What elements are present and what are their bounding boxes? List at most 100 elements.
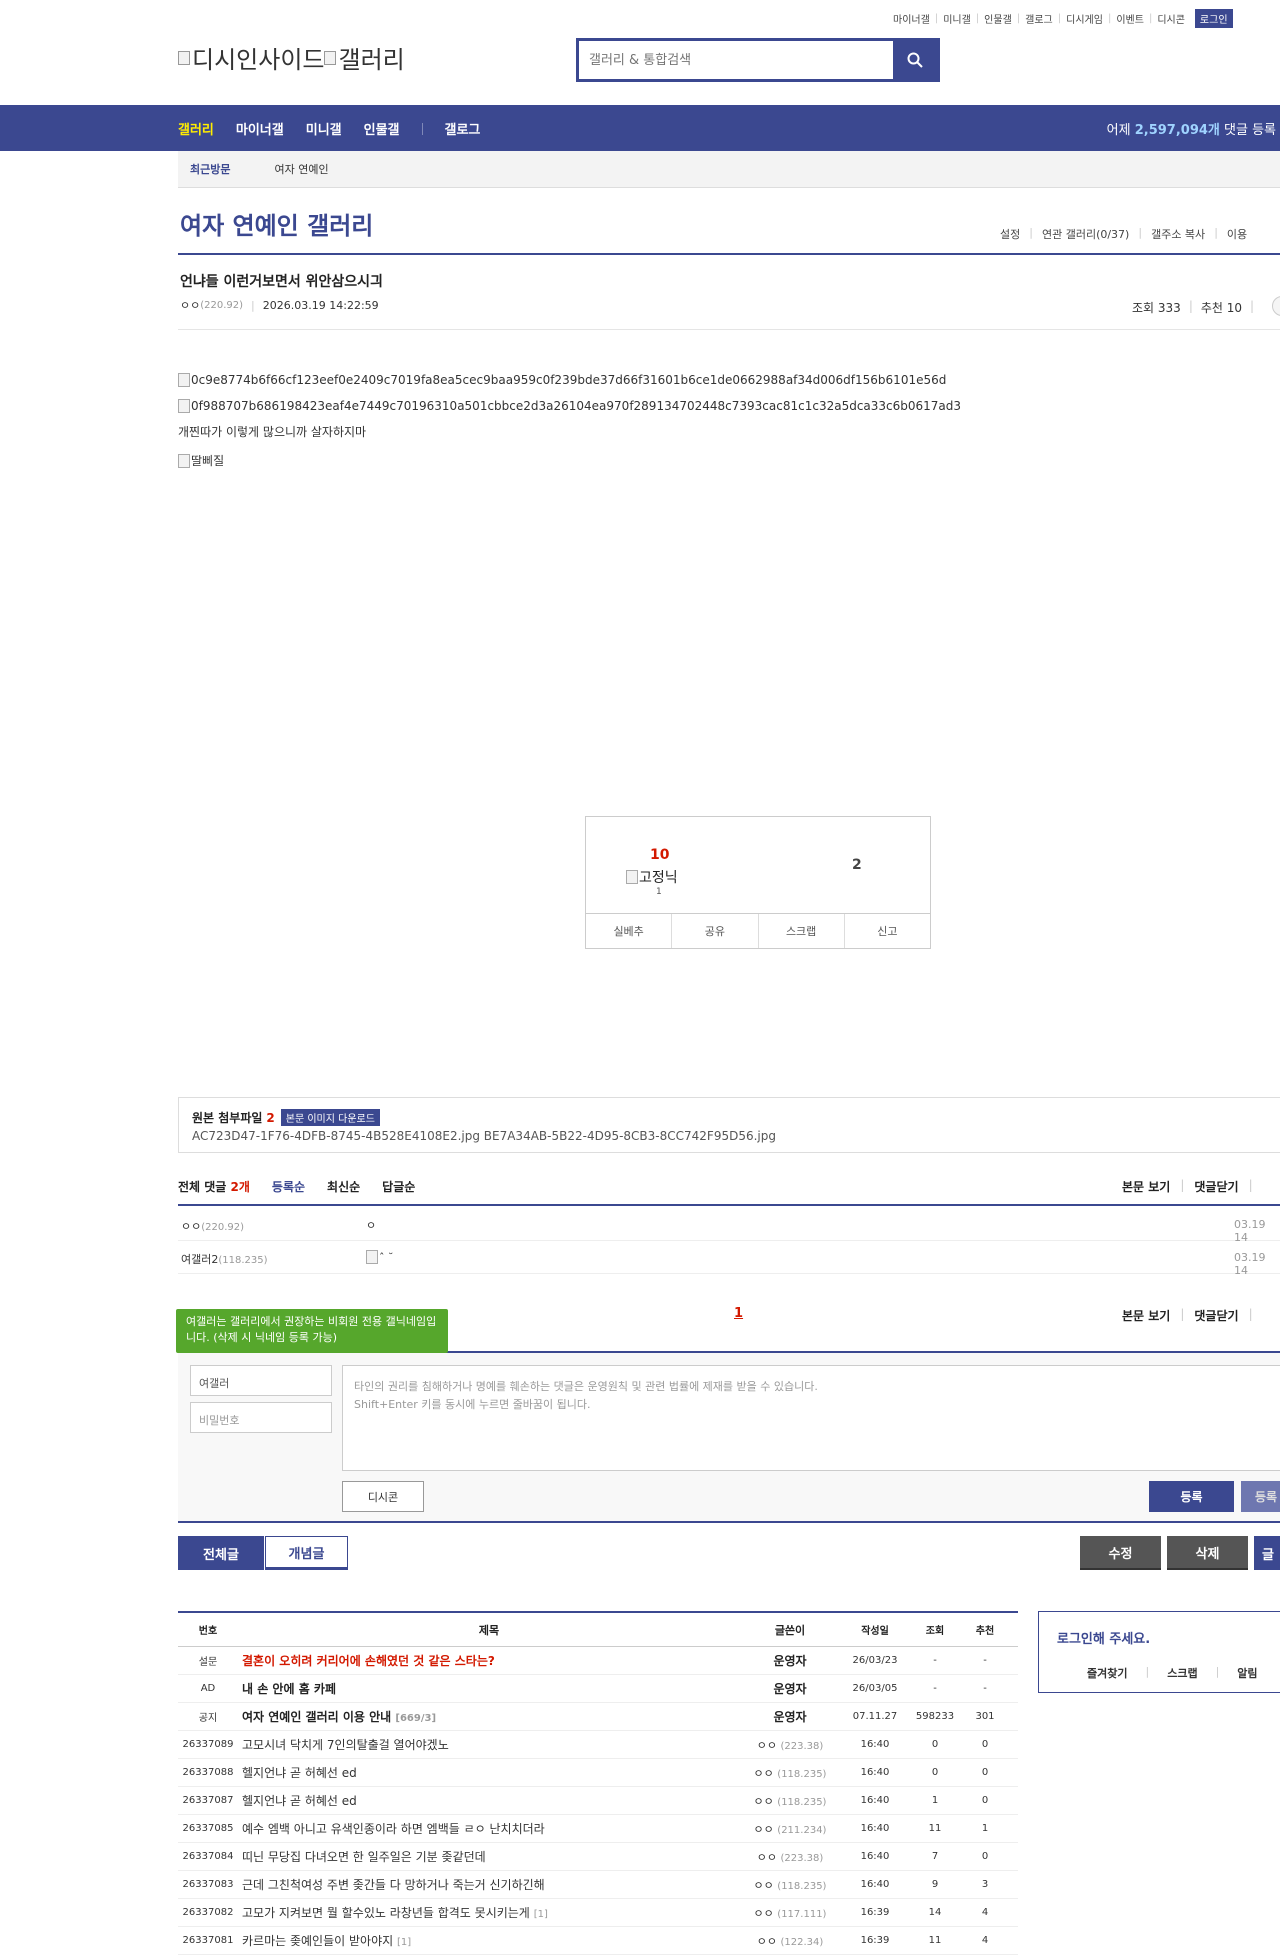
post-link[interactable]: 띠닌 무당집 다녀오면 한 일주일은 기분 좆같던데 [242,1850,486,1864]
top-link-dccon[interactable]: 디시콘 [1157,11,1185,26]
table-row[interactable]: 26337088 헬지언냐 곧 허혜선 ed ㅇㅇ (118.235) 16:40 0 0 [178,1759,1018,1787]
top-link-game[interactable]: 디시게임 [1066,11,1103,26]
broken-image-icon [178,453,190,468]
post-link[interactable]: 여자 연예인 갤러리 이용 안내 [242,1710,391,1724]
top-link-gallog[interactable]: 갤로그 [1025,11,1053,26]
comment-submit-button-2[interactable]: 등록 [1241,1481,1280,1512]
comment-nick[interactable]: 여갤러2 [181,1253,218,1266]
table-row[interactable]: AD 내 손 안에 홈 카페 운영자 26/03/05 - - [178,1675,1018,1703]
table-row[interactable]: 공지 여자 연예인 갤러리 이용 안내 [669/3] 운영자 07.11.27 598… [178,1703,1018,1731]
post-link[interactable]: 내 손 안에 홈 카페 [242,1682,336,1696]
best-recommend-button[interactable]: 실베추 [586,914,673,948]
nav-person[interactable]: 인물갤 [364,119,400,138]
post-writer[interactable]: ㅇㅇ [754,1767,774,1780]
copy-address-link[interactable]: 갤주소 복사 [1151,226,1205,242]
gallery-settings-link[interactable]: 설정 [1000,226,1020,242]
share-button[interactable]: 공유 [672,914,759,948]
search-button[interactable] [893,41,937,79]
nav-minor[interactable]: 마이너갤 [236,119,284,138]
post-author[interactable]: ㅇㅇ [180,297,200,313]
image-download-button[interactable]: 본문 이미지 다운로드 [280,1109,380,1126]
post-writer[interactable]: ㅇㅇ [757,1935,777,1948]
dccon-button[interactable]: 디시콘 [342,1481,424,1512]
post-writer[interactable]: 운영자 [773,1682,806,1696]
post-writer[interactable]: ㅇㅇ [754,1907,774,1920]
post-link[interactable]: 고모가 지켜보면 뭘 할수있노 라창년들 합격도 못시키는게 [242,1906,530,1920]
usage-link[interactable]: 이용 [1227,226,1247,242]
post-link[interactable]: 헬지언냐 곧 허혜선 ed [242,1794,357,1808]
nav-mini[interactable]: 미니갤 [306,119,342,138]
recommend-up-count[interactable]: 10 [650,847,669,863]
concept-posts-button[interactable]: 개념글 [265,1536,348,1570]
attachment-files[interactable]: AC723D47-1F76-4DFB-8745-4B528E4108E2.jpg… [192,1129,776,1143]
delete-button[interactable]: 삭제 [1167,1536,1248,1570]
recent-visit-label[interactable]: 최근방문 [190,161,230,177]
site-logo[interactable]: 디시인사이드 갤러리 [178,40,405,75]
sort-registered[interactable]: 등록순 [272,1178,305,1195]
reply-count[interactable]: [1] [397,1937,411,1948]
post-writer[interactable]: ㅇㅇ [754,1823,774,1836]
recommend-down-count[interactable]: 2 [852,857,862,873]
post-rec-cell: 1 [981,1823,989,1834]
scrap-button[interactable]: 스크랩 [759,914,845,948]
table-row[interactable]: 26337081 카르마는 좆예인들이 받아야지 [1] ㅇㅇ (122.34) 16… [178,1927,1018,1955]
top-link-event[interactable]: 이벤트 [1116,11,1144,26]
all-posts-button[interactable]: 전체글 [178,1536,264,1570]
post-link[interactable]: 카르마는 좆예인들이 받아야지 [242,1934,393,1948]
notification-link[interactable]: 알림 [1237,1665,1257,1681]
table-row[interactable]: 26337084 띠닌 무당집 다녀오면 한 일주일은 기분 좆같던데 ㅇㅇ (22… [178,1843,1018,1871]
view-body-link[interactable]: 본문 보기 [1122,1178,1170,1195]
post-writer[interactable]: ㅇㅇ [757,1739,777,1752]
reply-count[interactable]: [1] [534,1909,548,1920]
write-button[interactable]: 글 [1254,1536,1280,1570]
post-writer-cell: ㅇㅇ (122.34) [740,1933,840,1949]
table-row[interactable]: 26337087 헬지언냐 곧 허혜선 ed ㅇㅇ (118.235) 16:40 1 0 [178,1787,1018,1815]
report-button[interactable]: 신고 [845,914,930,948]
post-writer[interactable]: ㅇㅇ [757,1851,777,1864]
table-row[interactable]: 26337089 고모시녀 닥치게 7인의탈출걸 열어야겠노 ㅇㅇ (223.38)… [178,1731,1018,1759]
password-input[interactable]: 비밀번호 [190,1402,332,1433]
post-more-button[interactable] [1272,296,1280,316]
nav-gallog[interactable]: 갤로그 [445,119,481,138]
recent-visit-item[interactable]: 여자 연예인 [274,161,328,177]
post-writer[interactable]: ㅇㅇ [754,1879,774,1892]
close-comments-link-2[interactable]: 댓글닫기 [1194,1307,1238,1324]
post-stats: 조회 333 | 추천 10 | [1132,299,1255,315]
view-body-link-2[interactable]: 본문 보기 [1122,1307,1170,1324]
login-prompt[interactable]: 로그인해 주세요. [1057,1628,1150,1647]
scrap-link[interactable]: 스크랩 [1167,1665,1197,1681]
related-gallery-link[interactable]: 연관 갤러리(0/37) [1042,226,1129,242]
table-row[interactable]: 26337085 예수 엠백 아니고 유색인종이라 하면 엠백들 ㄹㅇ 난치치더라… [178,1815,1018,1843]
post-writer[interactable]: 운영자 [773,1710,806,1724]
comment-submit-button[interactable]: 등록 [1149,1481,1234,1512]
nav-gallery[interactable]: 갤러리 [178,119,214,138]
post-link[interactable]: 근데 그친척여성 주변 좆간들 다 망하거나 죽는거 신기하긴해 [242,1878,545,1892]
comment-nick[interactable]: ㅇㅇ [181,1220,201,1233]
favorites-link[interactable]: 즐겨찾기 [1087,1665,1127,1681]
login-button[interactable]: 로그인 [1194,9,1233,28]
comment-textarea[interactable]: 타인의 권리를 침해하거나 명예를 훼손하는 댓글은 운영원칙 및 관련 법률에… [342,1365,1280,1471]
close-comments-link[interactable]: 댓글닫기 [1194,1178,1238,1195]
post-writer[interactable]: ㅇㅇ [754,1795,774,1808]
table-row[interactable]: 26337083 근데 그친척여성 주변 좆간들 다 망하거나 죽는거 신기하긴해… [178,1871,1018,1899]
table-row[interactable]: 설문 결혼이 오히려 커리어에 손해였던 것 같은 스타는? 운영자 26/03/23… [178,1647,1018,1675]
search-input[interactable] [579,41,893,79]
gallery-title[interactable]: 여자 연예인 갤러리 [180,206,373,241]
nick-input[interactable]: 여갤러 [190,1365,332,1396]
top-link-person[interactable]: 인물갤 [984,11,1012,26]
table-row[interactable]: 26337082 고모가 지켜보면 뭘 할수있노 라창년들 합격도 못시키는게 [… [178,1899,1018,1927]
post-link[interactable]: 고모시녀 닥치게 7인의탈출걸 열어야겠노 [242,1738,449,1752]
post-views-cell: 598233 [915,1711,955,1722]
edit-button[interactable]: 수정 [1080,1536,1161,1570]
sort-replies[interactable]: 답글순 [382,1178,415,1195]
post-writer[interactable]: 운영자 [773,1654,806,1668]
post-link[interactable]: 결혼이 오히려 커리어에 손해였던 것 같은 스타는? [242,1654,495,1668]
comment-page-1[interactable]: 1 [734,1306,743,1321]
post-link[interactable]: 헬지언냐 곧 허혜선 ed [242,1766,357,1780]
sort-latest[interactable]: 최신순 [327,1178,360,1195]
top-link-mini[interactable]: 미니갤 [943,11,971,26]
post-link[interactable]: 예수 엠백 아니고 유색인종이라 하면 엠백들 ㄹㅇ 난치치더라 [242,1822,545,1836]
reply-count[interactable]: [669/3] [395,1713,436,1724]
post-date: 16:40 [860,1851,890,1862]
top-link-minor[interactable]: 마이너갤 [893,11,930,26]
